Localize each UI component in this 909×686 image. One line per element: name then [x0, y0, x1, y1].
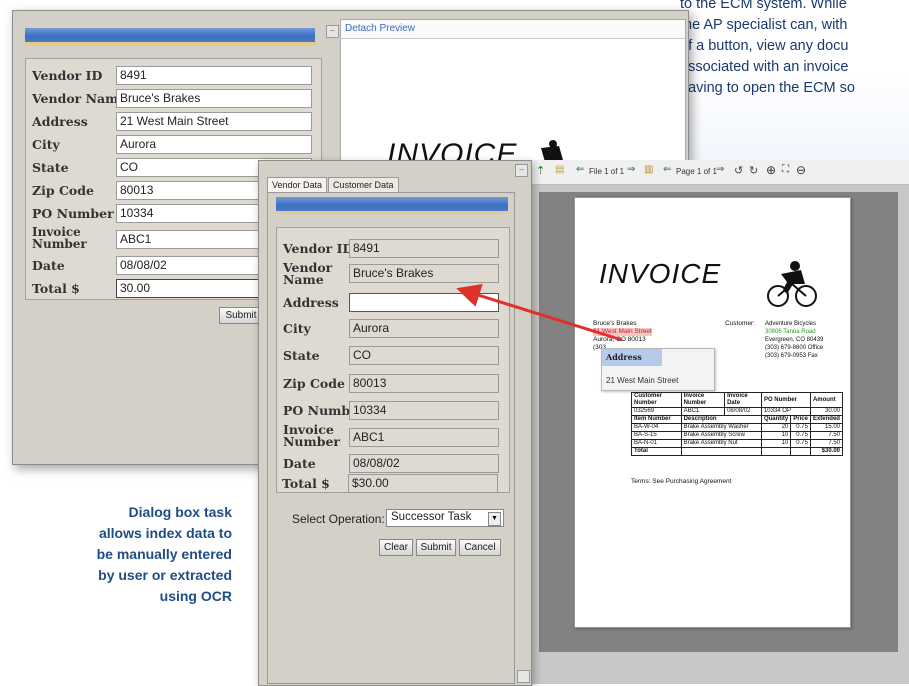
red-arrow: [456, 283, 623, 342]
caption-line: be manually entered: [96, 546, 232, 562]
caption-line: Dialog box task: [128, 504, 232, 520]
caption-line: allows index data to: [98, 525, 232, 541]
caption-line: using OCR: [159, 588, 232, 604]
figure-caption: Dialog box task allows index data to be …: [40, 502, 232, 607]
caption-line: by user or extracted: [98, 567, 232, 583]
